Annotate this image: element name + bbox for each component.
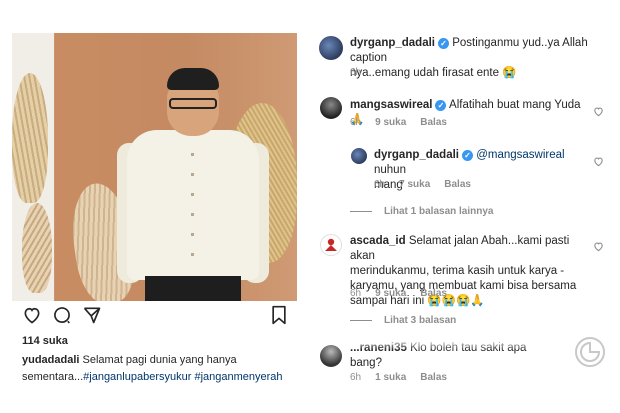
reply-button[interactable]: Balas	[420, 288, 447, 299]
comment-body: nuhun	[374, 164, 406, 176]
reply-button[interactable]: Balas	[444, 179, 471, 190]
comment-body: nya..emang udah firasat ente 😭	[350, 67, 517, 79]
avatar[interactable]	[319, 36, 343, 60]
heart-icon[interactable]	[593, 241, 604, 252]
comment-time[interactable]: 6h	[350, 372, 361, 383]
dried-palm-decor	[22, 203, 52, 293]
verified-icon: ✓	[462, 150, 473, 161]
comment-time[interactable]: 6h	[374, 179, 385, 190]
divider-line	[350, 210, 372, 212]
heart-icon[interactable]	[593, 156, 604, 167]
glasses	[169, 98, 217, 109]
person-figure	[117, 68, 269, 301]
comment-text: dyrganp_dadali ✓ Postinganmu yud..ya Alla…	[350, 36, 610, 81]
comment-username[interactable]: ascada_id	[350, 235, 406, 247]
like-count[interactable]: 114 suka	[22, 335, 68, 347]
comment-username[interactable]: dyrganp_dadali	[374, 149, 459, 161]
bookmark-icon[interactable]	[270, 305, 288, 325]
comment-body: merindukanmu, terima kasih untuk karya -	[350, 265, 565, 277]
hashtag-link[interactable]: #janganlupabersyukur	[83, 371, 191, 383]
mention-link[interactable]: @mangsaswireal	[476, 149, 564, 161]
shirt-buttons	[191, 153, 194, 263]
comment-likes[interactable]: 1 suka	[375, 372, 406, 383]
avatar[interactable]	[320, 97, 342, 119]
avatar[interactable]	[320, 345, 342, 367]
comment-username[interactable]: dyrganp_dadali	[350, 37, 435, 49]
heart-icon[interactable]	[22, 305, 42, 325]
comment-meta: 6h 1 suka Balas	[350, 372, 461, 383]
divider-line	[350, 319, 372, 321]
post-action-bar	[12, 305, 297, 329]
watermark-icon	[580, 341, 601, 362]
caption-username[interactable]: yudadadali	[22, 354, 79, 366]
view-replies-button[interactable]: Lihat 3 balasan	[350, 315, 456, 326]
view-replies-label: Lihat 3 balasan	[384, 315, 457, 326]
ascada-logo-icon	[325, 238, 337, 251]
comment-meta: 6h 9 suka Balas	[350, 288, 461, 299]
reply-button[interactable]: Balas	[420, 117, 447, 128]
comment-meta: 6h 7 suka Balas	[374, 179, 485, 190]
comment-username[interactable]: mangsaswireal	[350, 99, 432, 111]
view-replies-button[interactable]: Lihat 1 balasan lainnya	[350, 206, 493, 217]
comment-likes[interactable]: 7 suka	[399, 179, 430, 190]
comment-meta: 6h	[350, 67, 375, 78]
heart-icon[interactable]	[593, 106, 604, 117]
comment-time[interactable]: 6h	[350, 117, 361, 128]
post-caption: yudadadali Selamat pagi dunia yang hanya…	[22, 352, 292, 386]
pants	[145, 276, 241, 301]
dried-palm-decor	[12, 73, 48, 203]
caption-text: Selamat pagi dunia yang hanya	[79, 354, 237, 366]
view-replies-label: Lihat 1 balasan lainnya	[384, 206, 494, 217]
avatar[interactable]	[351, 148, 367, 164]
hair	[167, 68, 219, 90]
comment-likes[interactable]: 9 suka	[375, 288, 406, 299]
verified-icon: ✓	[438, 38, 449, 49]
reply-button[interactable]: Balas	[420, 372, 447, 383]
comment-time[interactable]: 6h	[350, 288, 361, 299]
watermark-logo	[575, 337, 605, 367]
comment-likes[interactable]: 9 suka	[375, 117, 406, 128]
post-photo[interactable]	[12, 33, 297, 301]
caption-text: sementara...	[22, 371, 84, 383]
comment-meta: 6h 9 suka Balas	[350, 117, 461, 128]
comment-icon[interactable]	[52, 305, 72, 325]
hashtag-link[interactable]: #janganmenyerah	[194, 371, 282, 383]
avatar[interactable]	[320, 234, 342, 256]
scroll-fade	[350, 340, 600, 350]
verified-icon: ✓	[435, 100, 447, 111]
comment-time[interactable]: 6h	[350, 67, 361, 78]
comment-body: bang?	[350, 357, 382, 369]
share-icon[interactable]	[82, 305, 102, 325]
